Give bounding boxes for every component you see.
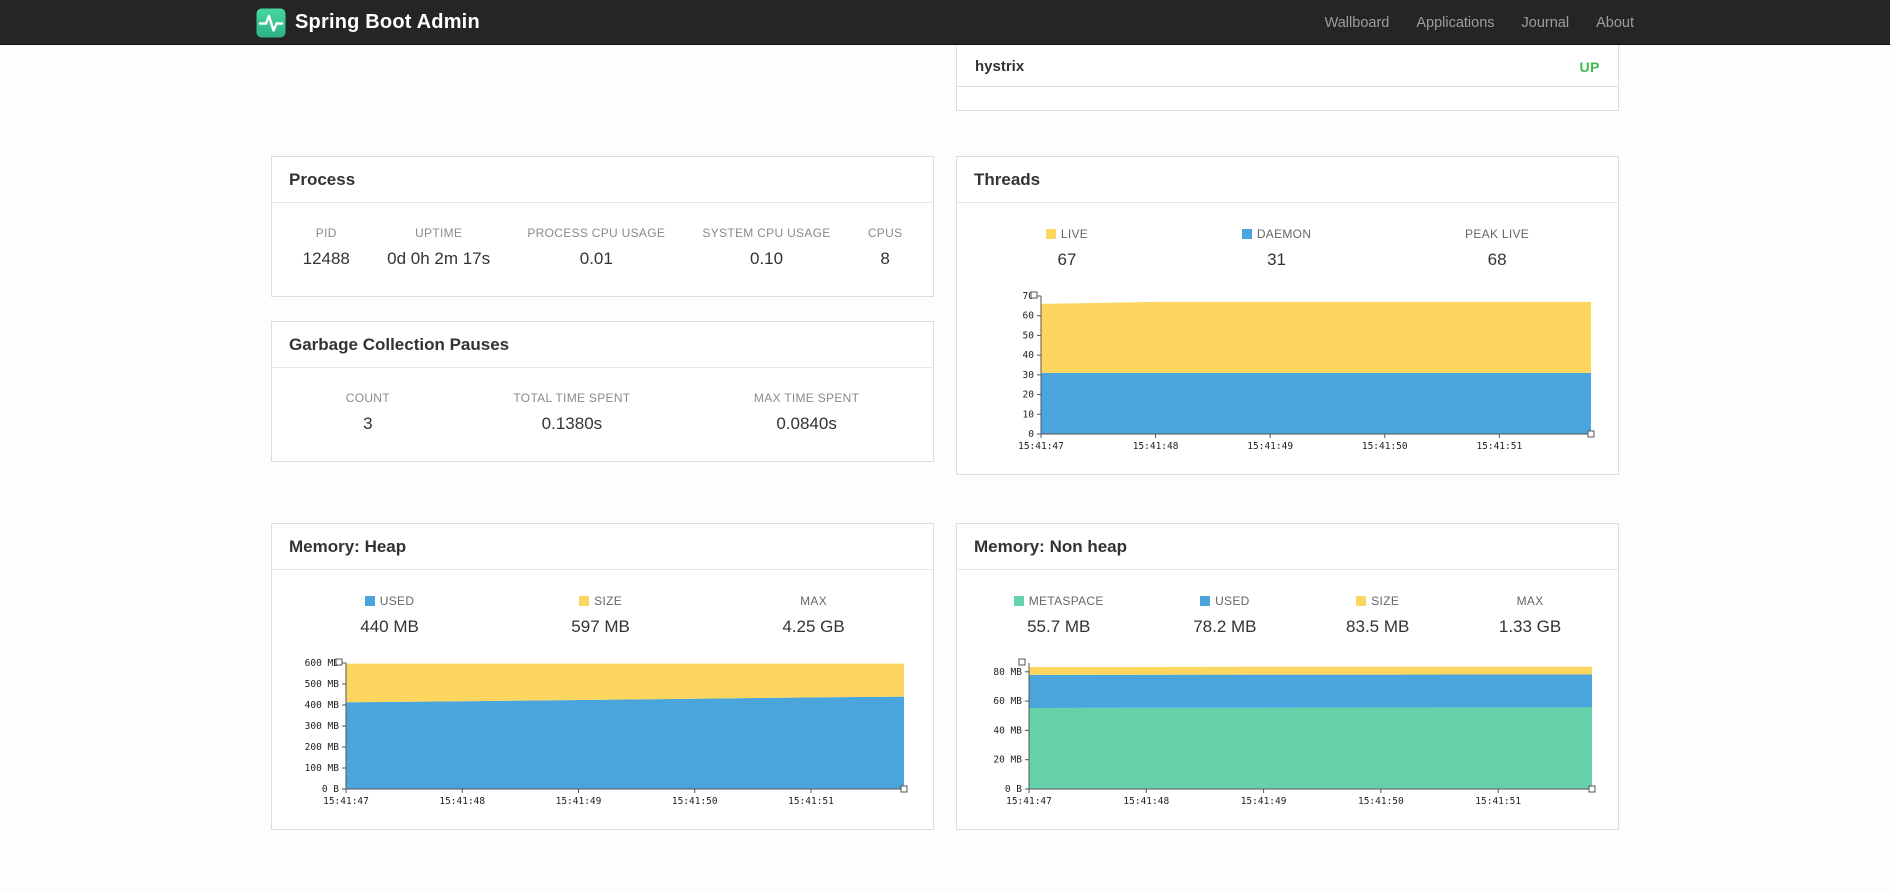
legend-heap-size: SIZE 597 MB xyxy=(571,594,630,636)
nonheap-size-swatch-icon xyxy=(1356,596,1367,606)
svg-text:600 MB: 600 MB xyxy=(305,658,340,669)
legend-nonheap-used: USED 78.2 MB xyxy=(1193,594,1257,636)
svg-text:0 B: 0 B xyxy=(1005,784,1022,795)
nav-applications[interactable]: Applications xyxy=(1416,15,1494,31)
threads-chart: 01020304050607015:41:47 15:41:48 15:41:49 1… xyxy=(1018,291,1595,452)
svg-text:15:41:51: 15:41:51 xyxy=(788,796,834,807)
brand-link[interactable]: Spring Boot Admin xyxy=(256,8,480,38)
svg-text:15:41:49: 15:41:49 xyxy=(556,796,602,807)
gc-card-title: Garbage Collection Pauses xyxy=(272,322,933,368)
stat-gc-total-time: TOTAL TIME SPENT 0.1380s xyxy=(513,391,631,433)
memory-nonheap-card: Memory: Non heap METASPACE 55.7 MB USED xyxy=(956,523,1619,830)
svg-text:15:41:47: 15:41:47 xyxy=(1006,796,1052,807)
stat-system-cpu: SYSTEM CPU USAGE 0.10 xyxy=(702,226,831,268)
memory-nonheap-title: Memory: Non heap xyxy=(957,524,1618,570)
stat-pid: PID 12488 xyxy=(302,226,350,268)
svg-text:15:41:50: 15:41:50 xyxy=(1358,796,1404,807)
svg-text:15:41:48: 15:41:48 xyxy=(1133,441,1179,452)
svg-text:15:41:47: 15:41:47 xyxy=(1018,441,1064,452)
nav-links: Wallboard Applications Journal About xyxy=(1298,15,1634,31)
stat-gc-count: COUNT 3 xyxy=(345,391,390,433)
heap-used-swatch-icon xyxy=(364,596,375,606)
stat-cpus: CPUS 8 xyxy=(867,226,903,268)
process-card-title: Process xyxy=(272,157,933,203)
svg-text:40: 40 xyxy=(1023,350,1035,361)
svg-text:60: 60 xyxy=(1023,311,1035,322)
memory-nonheap-legend: METASPACE 55.7 MB USED 78.2 MB SIZE 83.5… xyxy=(957,570,1618,645)
brand-title: Spring Boot Admin xyxy=(295,11,480,33)
svg-text:15:41:48: 15:41:48 xyxy=(1123,796,1169,807)
stat-gc-max-time: MAX TIME SPENT 0.0840s xyxy=(753,391,860,433)
gc-card: Garbage Collection Pauses COUNT 3 TOTAL … xyxy=(271,321,934,462)
svg-text:15:41:50: 15:41:50 xyxy=(1362,441,1408,452)
memory-heap-legend: USED 440 MB SIZE 597 MB MAX 4.25 GB xyxy=(272,570,933,645)
stat-process-cpu: PROCESS CPU USAGE 0.01 xyxy=(527,226,666,268)
memory-heap-card: Memory: Heap USED 440 MB SIZE 597 MB MAX… xyxy=(271,523,934,830)
svg-text:80 MB: 80 MB xyxy=(993,667,1022,678)
navbar: Spring Boot Admin Wallboard Applications… xyxy=(0,0,1890,45)
process-stats: PID 12488 UPTIME 0d 0h 2m 17s PROCESS CP… xyxy=(272,203,933,296)
svg-text:20: 20 xyxy=(1023,390,1035,401)
svg-text:30: 30 xyxy=(1023,370,1035,381)
nav-about[interactable]: About xyxy=(1596,15,1634,31)
legend-live: LIVE 67 xyxy=(1045,227,1088,270)
svg-text:0 B: 0 B xyxy=(322,784,339,795)
svg-text:15:41:48: 15:41:48 xyxy=(439,796,485,807)
legend-peak-live: PEAK LIVE 68 xyxy=(1465,227,1530,269)
threads-card: Threads LIVE 67 DAEMON 31 PEAK LIVE 68 0… xyxy=(956,156,1619,475)
svg-text:200 MB: 200 MB xyxy=(305,742,340,753)
svg-text:100 MB: 100 MB xyxy=(305,763,340,774)
svg-text:500 MB: 500 MB xyxy=(305,679,340,690)
legend-nonheap-size: SIZE 83.5 MB xyxy=(1346,594,1410,636)
nonheap-used-swatch-icon xyxy=(1200,596,1211,606)
metaspace-swatch-icon xyxy=(1013,596,1024,606)
application-row-hystrix[interactable]: hystrix UP xyxy=(957,45,1618,87)
svg-text:15:41:49: 15:41:49 xyxy=(1247,441,1293,452)
status-badge: UP xyxy=(1579,58,1600,75)
svg-text:15:41:51: 15:41:51 xyxy=(1476,441,1522,452)
heap-size-swatch-icon xyxy=(579,596,590,606)
legend-heap-max: MAX 4.25 GB xyxy=(782,594,845,636)
svg-text:50: 50 xyxy=(1023,330,1035,341)
svg-text:0: 0 xyxy=(1028,429,1034,440)
nav-wallboard[interactable]: Wallboard xyxy=(1325,15,1390,31)
legend-metaspace: METASPACE 55.7 MB xyxy=(1013,594,1104,637)
application-name: hystrix xyxy=(975,58,1025,75)
svg-text:10: 10 xyxy=(1023,409,1035,420)
svg-text:60 MB: 60 MB xyxy=(993,696,1022,707)
threads-legend: LIVE 67 DAEMON 31 PEAK LIVE 68 xyxy=(957,203,1618,278)
live-swatch-icon xyxy=(1045,229,1056,239)
applications-status-card: hystrix UP xyxy=(956,45,1619,111)
spring-boot-admin-logo-icon xyxy=(256,8,286,37)
stat-uptime: UPTIME 0d 0h 2m 17s xyxy=(387,226,491,268)
svg-text:15:41:51: 15:41:51 xyxy=(1475,796,1521,807)
svg-text:300 MB: 300 MB xyxy=(305,721,340,732)
process-card: Process PID 12488 UPTIME 0d 0h 2m 17s PR… xyxy=(271,156,934,297)
memory-heap-chart: 0 B 100 MB 200 MB 300 MB 400 MB 500 MB 600 MB 1… xyxy=(305,658,908,807)
memory-nonheap-chart: 0 B 20 MB 40 MB 60 MB 80 MB 15:41:47 15:41:48 1… xyxy=(993,658,1596,807)
threads-card-title: Threads xyxy=(957,157,1618,203)
svg-text:20 MB: 20 MB xyxy=(993,755,1022,766)
nav-journal[interactable]: Journal xyxy=(1522,15,1570,31)
svg-text:40 MB: 40 MB xyxy=(993,725,1022,736)
daemon-swatch-icon xyxy=(1241,229,1252,239)
legend-heap-used: USED 440 MB xyxy=(360,594,419,636)
memory-heap-title: Memory: Heap xyxy=(272,524,933,570)
svg-text:400 MB: 400 MB xyxy=(305,700,340,711)
svg-text:15:41:49: 15:41:49 xyxy=(1241,796,1287,807)
svg-text:15:41:50: 15:41:50 xyxy=(672,796,718,807)
legend-daemon: DAEMON 31 xyxy=(1241,227,1311,270)
gc-stats: COUNT 3 TOTAL TIME SPENT 0.1380s MAX TIM… xyxy=(272,368,933,461)
main-content: hystrix UP Process PID 12488 UPTIME 0d 0… xyxy=(271,45,1619,830)
svg-text:15:41:47: 15:41:47 xyxy=(323,796,369,807)
legend-nonheap-max: MAX 1.33 GB xyxy=(1498,594,1562,636)
